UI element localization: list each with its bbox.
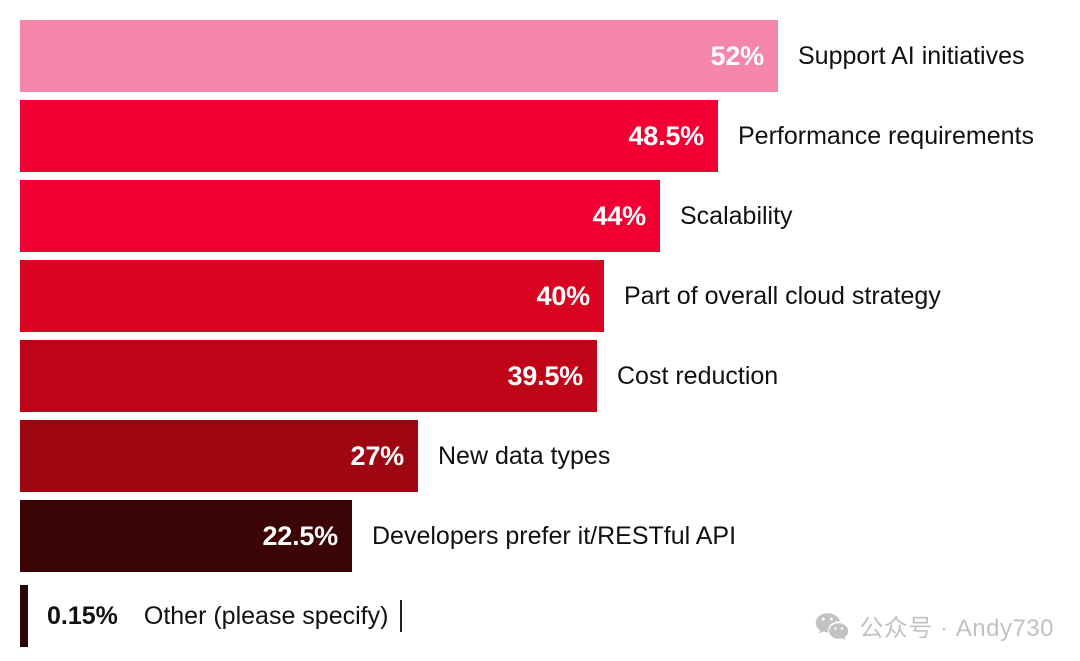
bar-category-label: Support AI initiatives [798, 41, 1025, 70]
bar-other-please-specify [20, 585, 28, 647]
bar-value-label: 27% [350, 440, 405, 471]
bar-cost-reduction: 39.5% [20, 340, 597, 412]
bar-category-label: New data types [438, 441, 611, 470]
watermark: 公众号 · Andy730 [815, 608, 1054, 643]
bar-category-label: Developers prefer it/RESTful API [372, 521, 737, 550]
bar-row: 39.5% Cost reduction [20, 340, 1060, 412]
bar-value-label: 0.15% [47, 601, 118, 630]
bar-support-ai-initiatives: 52% [20, 20, 778, 92]
bar-category-text: Other (please specify) [143, 601, 389, 630]
text-caret-icon [400, 600, 403, 632]
bar-scalability: 44% [20, 180, 660, 252]
wechat-icon [815, 612, 849, 640]
bar-category-label: Part of overall cloud strategy [624, 281, 941, 310]
bar-category-label: Scalability [680, 201, 793, 230]
bars-area: 52% Support AI initiatives 48.5% Perform… [20, 20, 1060, 647]
bar-developers-prefer-it-restful-api: 22.5% [20, 500, 352, 572]
bar-row: 27% New data types [20, 420, 1060, 492]
bar-value-label: 48.5% [628, 120, 704, 151]
bar-value-label: 52% [710, 40, 765, 71]
bar-value-label: 40% [536, 280, 591, 311]
bar-part-of-overall-cloud-strategy: 40% [20, 260, 604, 332]
bar-row: 22.5% Developers prefer it/RESTful API [20, 500, 1060, 572]
bar-row: 40% Part of overall cloud strategy [20, 260, 1060, 332]
bar-value-label: 44% [592, 200, 647, 231]
bar-performance-requirements: 48.5% [20, 100, 718, 172]
bar-row: 48.5% Performance requirements [20, 100, 1060, 172]
bar-row: 52% Support AI initiatives [20, 20, 1060, 92]
bar-value-label: 39.5% [507, 360, 583, 391]
watermark-text: 公众号 · Andy730 [859, 615, 1054, 642]
bar-chart: 52% Support AI initiatives 48.5% Perform… [0, 0, 1080, 661]
bar-category-label: Performance requirements [738, 121, 1034, 150]
bar-row: 44% Scalability [20, 180, 1060, 252]
bar-category-label: Other (please specify) [118, 600, 403, 632]
bar-new-data-types: 27% [20, 420, 418, 492]
bar-category-label: Cost reduction [617, 361, 779, 390]
bar-value-label: 22.5% [262, 520, 338, 551]
